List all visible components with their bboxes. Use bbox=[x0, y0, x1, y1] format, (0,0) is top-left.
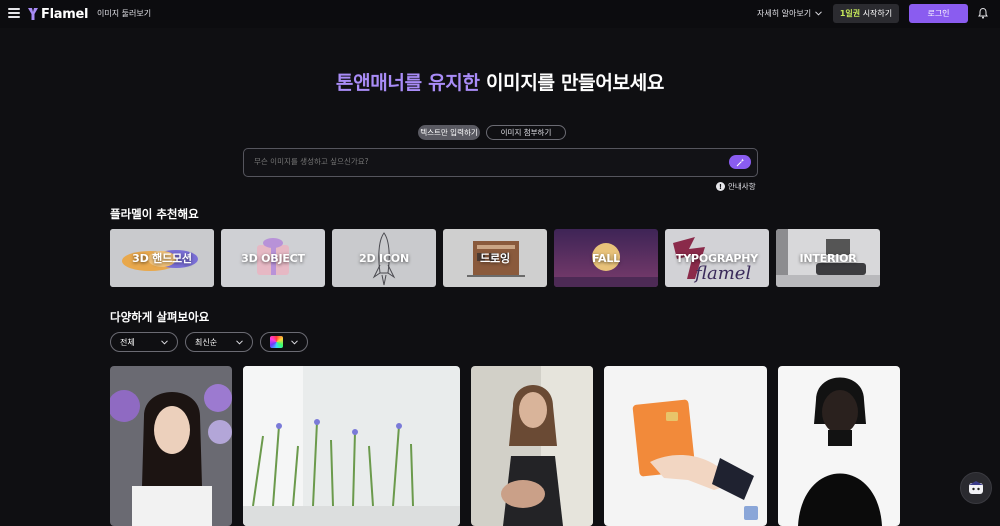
portrait-woman-flowers-image bbox=[110, 366, 232, 526]
hand-holding-card-image bbox=[604, 366, 767, 526]
brand-name: Flamel bbox=[41, 6, 89, 22]
trial-label: 시작하기 bbox=[860, 9, 893, 18]
start-trial-button[interactable]: 1일권 시작하기 bbox=[833, 4, 899, 23]
flamel-logo-icon bbox=[28, 8, 38, 20]
recommend-card-interior[interactable]: INTERIOR bbox=[776, 229, 880, 287]
learn-more-dropdown[interactable]: 자세히 알아보기 bbox=[757, 8, 822, 19]
color-filter[interactable] bbox=[260, 332, 308, 352]
hero-title: 톤앤매너를 유지한 이미지를 만들어보세요 bbox=[0, 68, 1000, 95]
recommend-card-row: 3D 핸드모션 3D OBJECT 2D ICON 드로잉 FALL flame… bbox=[110, 229, 880, 287]
top-navbar: Flamel 이미지 둘러보기 자세히 알아보기 1일권 시작하기 로그인 bbox=[0, 0, 1000, 28]
notification-bell-icon[interactable] bbox=[978, 8, 988, 19]
card-label: TYPOGRAPHY bbox=[675, 251, 759, 265]
chevron-down-icon bbox=[815, 11, 822, 16]
recommend-card-drawing[interactable]: 드로잉 bbox=[443, 229, 547, 287]
recommend-section-title: 플라멜이 추천해요 bbox=[110, 207, 199, 221]
menu-icon[interactable] bbox=[8, 8, 20, 18]
recommend-card-3d-hand-motion[interactable]: 3D 핸드모션 bbox=[110, 229, 214, 287]
gallery-item-grass-flowers-white-room[interactable] bbox=[243, 366, 460, 526]
recommend-card-2d-icon[interactable]: 2D ICON bbox=[332, 229, 436, 287]
gallery-item-woman-sitting-chair[interactable] bbox=[471, 366, 593, 526]
card-label: INTERIOR bbox=[799, 251, 857, 265]
hero-title-rest: 이미지를 만들어보세요 bbox=[479, 72, 665, 94]
card-label: 3D 핸드모션 bbox=[132, 252, 192, 265]
color-palette-icon bbox=[270, 336, 283, 348]
card-label: 드로잉 bbox=[480, 252, 510, 265]
magic-wand-icon bbox=[736, 158, 744, 166]
sort-filter[interactable]: 최신순 bbox=[185, 332, 253, 352]
category-filter[interactable]: 전체 bbox=[110, 332, 178, 352]
browse-section-title: 다양하게 살펴보아요 bbox=[110, 310, 210, 324]
gallery-item-portrait-woman-flowers[interactable] bbox=[110, 366, 232, 526]
notice-link[interactable]: ! 안내사항 bbox=[716, 181, 756, 192]
prompt-box bbox=[243, 148, 758, 177]
gallery-item-hand-holding-orange-card[interactable] bbox=[604, 366, 767, 526]
notice-label: 안내사항 bbox=[728, 182, 756, 191]
input-mode-tabs: 텍스트만 입력하기 이미지 첨부하기 bbox=[418, 125, 566, 140]
recommend-card-typography[interactable]: flamel TYPOGRAPHY bbox=[665, 229, 769, 287]
generate-button[interactable] bbox=[729, 155, 751, 169]
recommend-card-3d-object[interactable]: 3D OBJECT bbox=[221, 229, 325, 287]
svg-text:flamel: flamel bbox=[693, 263, 751, 284]
chevron-down-icon bbox=[236, 339, 243, 345]
sort-filter-label: 최신순 bbox=[195, 337, 218, 347]
man-portrait-image bbox=[778, 366, 900, 526]
login-button[interactable]: 로그인 bbox=[909, 4, 968, 23]
chevron-down-icon bbox=[161, 339, 168, 345]
gallery-item-man-black-turtleneck[interactable] bbox=[778, 366, 900, 526]
grass-flowers-image bbox=[243, 366, 460, 526]
image-gallery bbox=[110, 366, 910, 526]
woman-sitting-image bbox=[471, 366, 593, 526]
info-icon: ! bbox=[716, 182, 725, 191]
chat-character-icon bbox=[969, 481, 983, 494]
tab-text-only[interactable]: 텍스트만 입력하기 bbox=[418, 125, 480, 140]
recommend-card-fall[interactable]: FALL bbox=[554, 229, 658, 287]
browse-images-link[interactable]: 이미지 둘러보기 bbox=[97, 8, 151, 19]
card-label: FALL bbox=[592, 251, 620, 265]
flamel-logo[interactable]: Flamel bbox=[28, 6, 88, 22]
chat-support-button[interactable] bbox=[960, 472, 992, 504]
card-label: 3D OBJECT bbox=[241, 251, 305, 265]
prompt-input[interactable] bbox=[254, 157, 694, 166]
hero-title-accent: 톤앤매너를 유지한 bbox=[335, 72, 480, 94]
filter-row: 전체 최신순 bbox=[110, 332, 308, 352]
trial-highlight: 1일권 bbox=[839, 9, 861, 18]
learn-more-label: 자세히 알아보기 bbox=[757, 9, 812, 18]
tab-attach-image[interactable]: 이미지 첨부하기 bbox=[486, 125, 566, 140]
card-label: 2D ICON bbox=[359, 251, 409, 265]
category-filter-label: 전체 bbox=[120, 337, 135, 347]
chevron-down-icon bbox=[291, 339, 298, 345]
